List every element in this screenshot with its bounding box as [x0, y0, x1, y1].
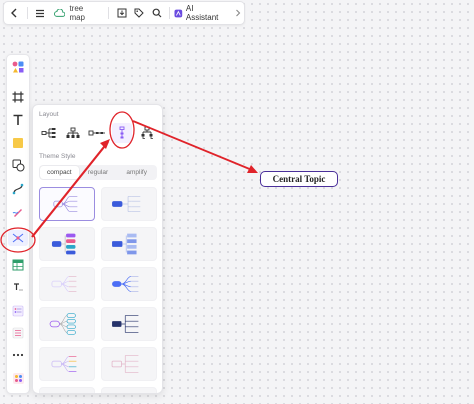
theme-preview-blue-boxes	[112, 233, 137, 255]
menu-button[interactable]	[32, 2, 48, 24]
connector-tool-button[interactable]	[10, 181, 26, 197]
apps-button[interactable]	[10, 370, 26, 386]
top-toolbar: tree map AI Assistant	[3, 1, 245, 25]
annotation-arrowhead	[247, 165, 258, 173]
theme-thumbnail[interactable]	[39, 347, 95, 381]
tree-table-icon	[141, 126, 153, 139]
document-title-text: tree map	[69, 4, 85, 22]
theme-preview-outline-purple	[53, 196, 78, 212]
chevron-left-icon	[10, 8, 17, 18]
theme-thumbnail[interactable]	[39, 227, 95, 261]
theme-preview-pastel	[51, 356, 77, 372]
mind-map-icon	[12, 233, 24, 243]
pen-tool-button[interactable]	[10, 204, 26, 220]
theme-density-toggle: compact regular amplify	[39, 165, 157, 180]
download-icon	[117, 8, 127, 18]
ai-icon	[174, 9, 183, 17]
theme-preview-curved-blue	[112, 276, 139, 292]
segment-compact[interactable]: compact	[40, 166, 79, 179]
sticky-note-button[interactable]	[10, 135, 26, 151]
theme-thumbnail[interactable]	[39, 187, 95, 221]
kanban-button[interactable]	[10, 303, 26, 319]
tag-button[interactable]	[130, 2, 147, 24]
theme-thumbnail[interactable]	[101, 227, 157, 261]
divider	[169, 7, 171, 19]
theme-preview-light-boxes	[111, 355, 139, 373]
theme-thumbnail[interactable]	[39, 267, 95, 301]
central-topic-node[interactable]: Central Topic	[260, 171, 338, 187]
layout-option-right[interactable]	[39, 123, 59, 143]
timeline-icon	[88, 130, 105, 136]
document-title[interactable]: tree map	[53, 4, 100, 22]
expand-toolbar-button[interactable]	[232, 2, 244, 24]
layout-option-timeline[interactable]	[87, 123, 107, 143]
layout-right-icon	[41, 128, 56, 138]
layout-section-label: Layout	[39, 111, 59, 118]
layout-option-vertical-tree[interactable]	[112, 123, 132, 143]
layout-option-org-chart[interactable]	[63, 123, 83, 143]
table-icon	[12, 259, 24, 271]
theme-thumbnail[interactable]	[101, 347, 157, 381]
theme-thumbnail[interactable]	[39, 387, 95, 393]
text-block-icon	[14, 283, 23, 291]
org-chart-icon	[66, 127, 80, 138]
download-button[interactable]	[113, 2, 130, 24]
back-button[interactable]	[4, 2, 23, 24]
apps-icon	[12, 372, 24, 384]
text-block-button[interactable]	[10, 279, 26, 295]
segment-amplify[interactable]: amplify	[117, 166, 156, 179]
vertical-tree-icon	[119, 126, 125, 139]
theme-thumbnail[interactable]	[101, 267, 157, 301]
more-horizontal-icon	[12, 353, 24, 357]
kanban-icon	[12, 305, 24, 317]
divider	[27, 7, 29, 19]
divider	[107, 7, 109, 19]
list-button[interactable]	[10, 325, 26, 341]
theme-thumbnail[interactable]	[101, 387, 157, 393]
search-button[interactable]	[148, 2, 165, 24]
chevron-right-icon	[236, 9, 241, 17]
menu-icon	[36, 9, 45, 17]
shape-tool-button[interactable]	[10, 157, 26, 173]
frame-tool-button[interactable]	[10, 89, 26, 105]
cloud-sync-icon	[53, 8, 66, 17]
theme-preview-light-outline	[51, 276, 77, 292]
tag-icon	[134, 8, 144, 18]
theme-preview-teal-outline	[49, 313, 76, 335]
frame-icon	[12, 91, 24, 103]
mind-map-button[interactable]	[8, 230, 28, 246]
shapes-icon	[12, 159, 24, 171]
template-button[interactable]	[10, 59, 26, 75]
connector-icon	[12, 183, 24, 195]
theme-thumbnail[interactable]	[101, 307, 157, 341]
shapes-template-icon	[12, 61, 24, 73]
theme-preview-blue-solid	[112, 196, 141, 212]
layout-panel: Layout Theme Style compact regular ampli…	[32, 104, 163, 394]
more-tools-button[interactable]	[10, 347, 26, 363]
text-tool-button[interactable]	[10, 112, 26, 128]
ai-assistant-label: AI Assistant	[185, 4, 219, 22]
theme-thumbnail[interactable]	[39, 307, 95, 341]
left-toolbar	[6, 54, 30, 394]
ai-assistant-button[interactable]: AI Assistant	[174, 4, 226, 22]
segment-regular[interactable]: regular	[79, 166, 118, 179]
theme-thumbnail[interactable]	[101, 187, 157, 221]
sticky-note-icon	[13, 138, 23, 148]
text-icon	[13, 114, 23, 125]
pen-icon	[12, 209, 22, 217]
table-button[interactable]	[10, 257, 26, 273]
list-icon	[12, 327, 24, 339]
layout-option-tree-table[interactable]	[137, 123, 157, 143]
theme-section-label: Theme Style	[39, 153, 76, 160]
search-icon	[152, 8, 161, 18]
theme-preview-colorful	[51, 233, 76, 255]
theme-preview-dark-navy	[112, 315, 139, 333]
